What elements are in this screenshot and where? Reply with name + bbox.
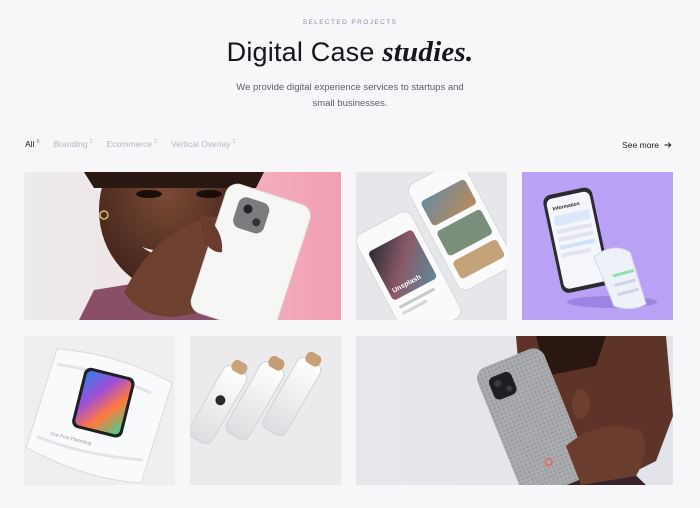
project-card-unsplash-phones[interactable]: Unsplash bbox=[356, 172, 507, 320]
filter-label: Vertical Overlay bbox=[171, 139, 231, 149]
filter-label: Ecommerce bbox=[106, 139, 152, 149]
project-card-bottles[interactable] bbox=[190, 336, 341, 485]
filter-all[interactable]: All 6 bbox=[25, 139, 40, 149]
filter-tabs: All 6 Branding 1 Ecommerce 2 Vertical Overl… bbox=[25, 139, 236, 153]
filter-count: 2 bbox=[153, 139, 158, 146]
arrow-right-icon bbox=[664, 142, 672, 148]
project-card-woman-phone[interactable] bbox=[24, 172, 341, 320]
project-card-plastic-wrap[interactable]: Fine Print Photoshop bbox=[24, 336, 175, 485]
filter-branding[interactable]: Branding 1 bbox=[54, 139, 93, 149]
bottles-image bbox=[190, 336, 341, 485]
project-card-receipt-phone[interactable]: Information bbox=[522, 172, 673, 320]
phone-call-image bbox=[356, 336, 673, 485]
subtitle: We provide digital experience services t… bbox=[236, 82, 464, 109]
receipt-phone-image: Information bbox=[522, 172, 673, 320]
title-italic: studies. bbox=[382, 36, 474, 68]
filter-count: 6 bbox=[36, 139, 40, 146]
filter-ecommerce[interactable]: Ecommerce 2 bbox=[107, 139, 157, 149]
title-plain: Digital Case bbox=[226, 37, 375, 67]
filter-label: All bbox=[25, 139, 35, 149]
see-more-link[interactable]: See more bbox=[622, 140, 672, 150]
filter-count: 1 bbox=[232, 139, 236, 146]
page-title: Digital Case studies. bbox=[0, 36, 700, 69]
filter-label: Branding bbox=[53, 139, 88, 149]
project-card-phone-call[interactable] bbox=[356, 336, 673, 485]
filter-vertical-overlay[interactable]: Vertical Overlay 1 bbox=[171, 139, 236, 149]
eyebrow-label: SELECTED PROJECTS bbox=[302, 19, 398, 26]
plastic-wrap-image: Fine Print Photoshop bbox=[24, 336, 175, 485]
woman-phone-image bbox=[24, 172, 341, 320]
filter-count: 1 bbox=[89, 139, 93, 146]
see-more-label: See more bbox=[622, 140, 659, 150]
unsplash-phones-image: Unsplash bbox=[356, 172, 507, 320]
